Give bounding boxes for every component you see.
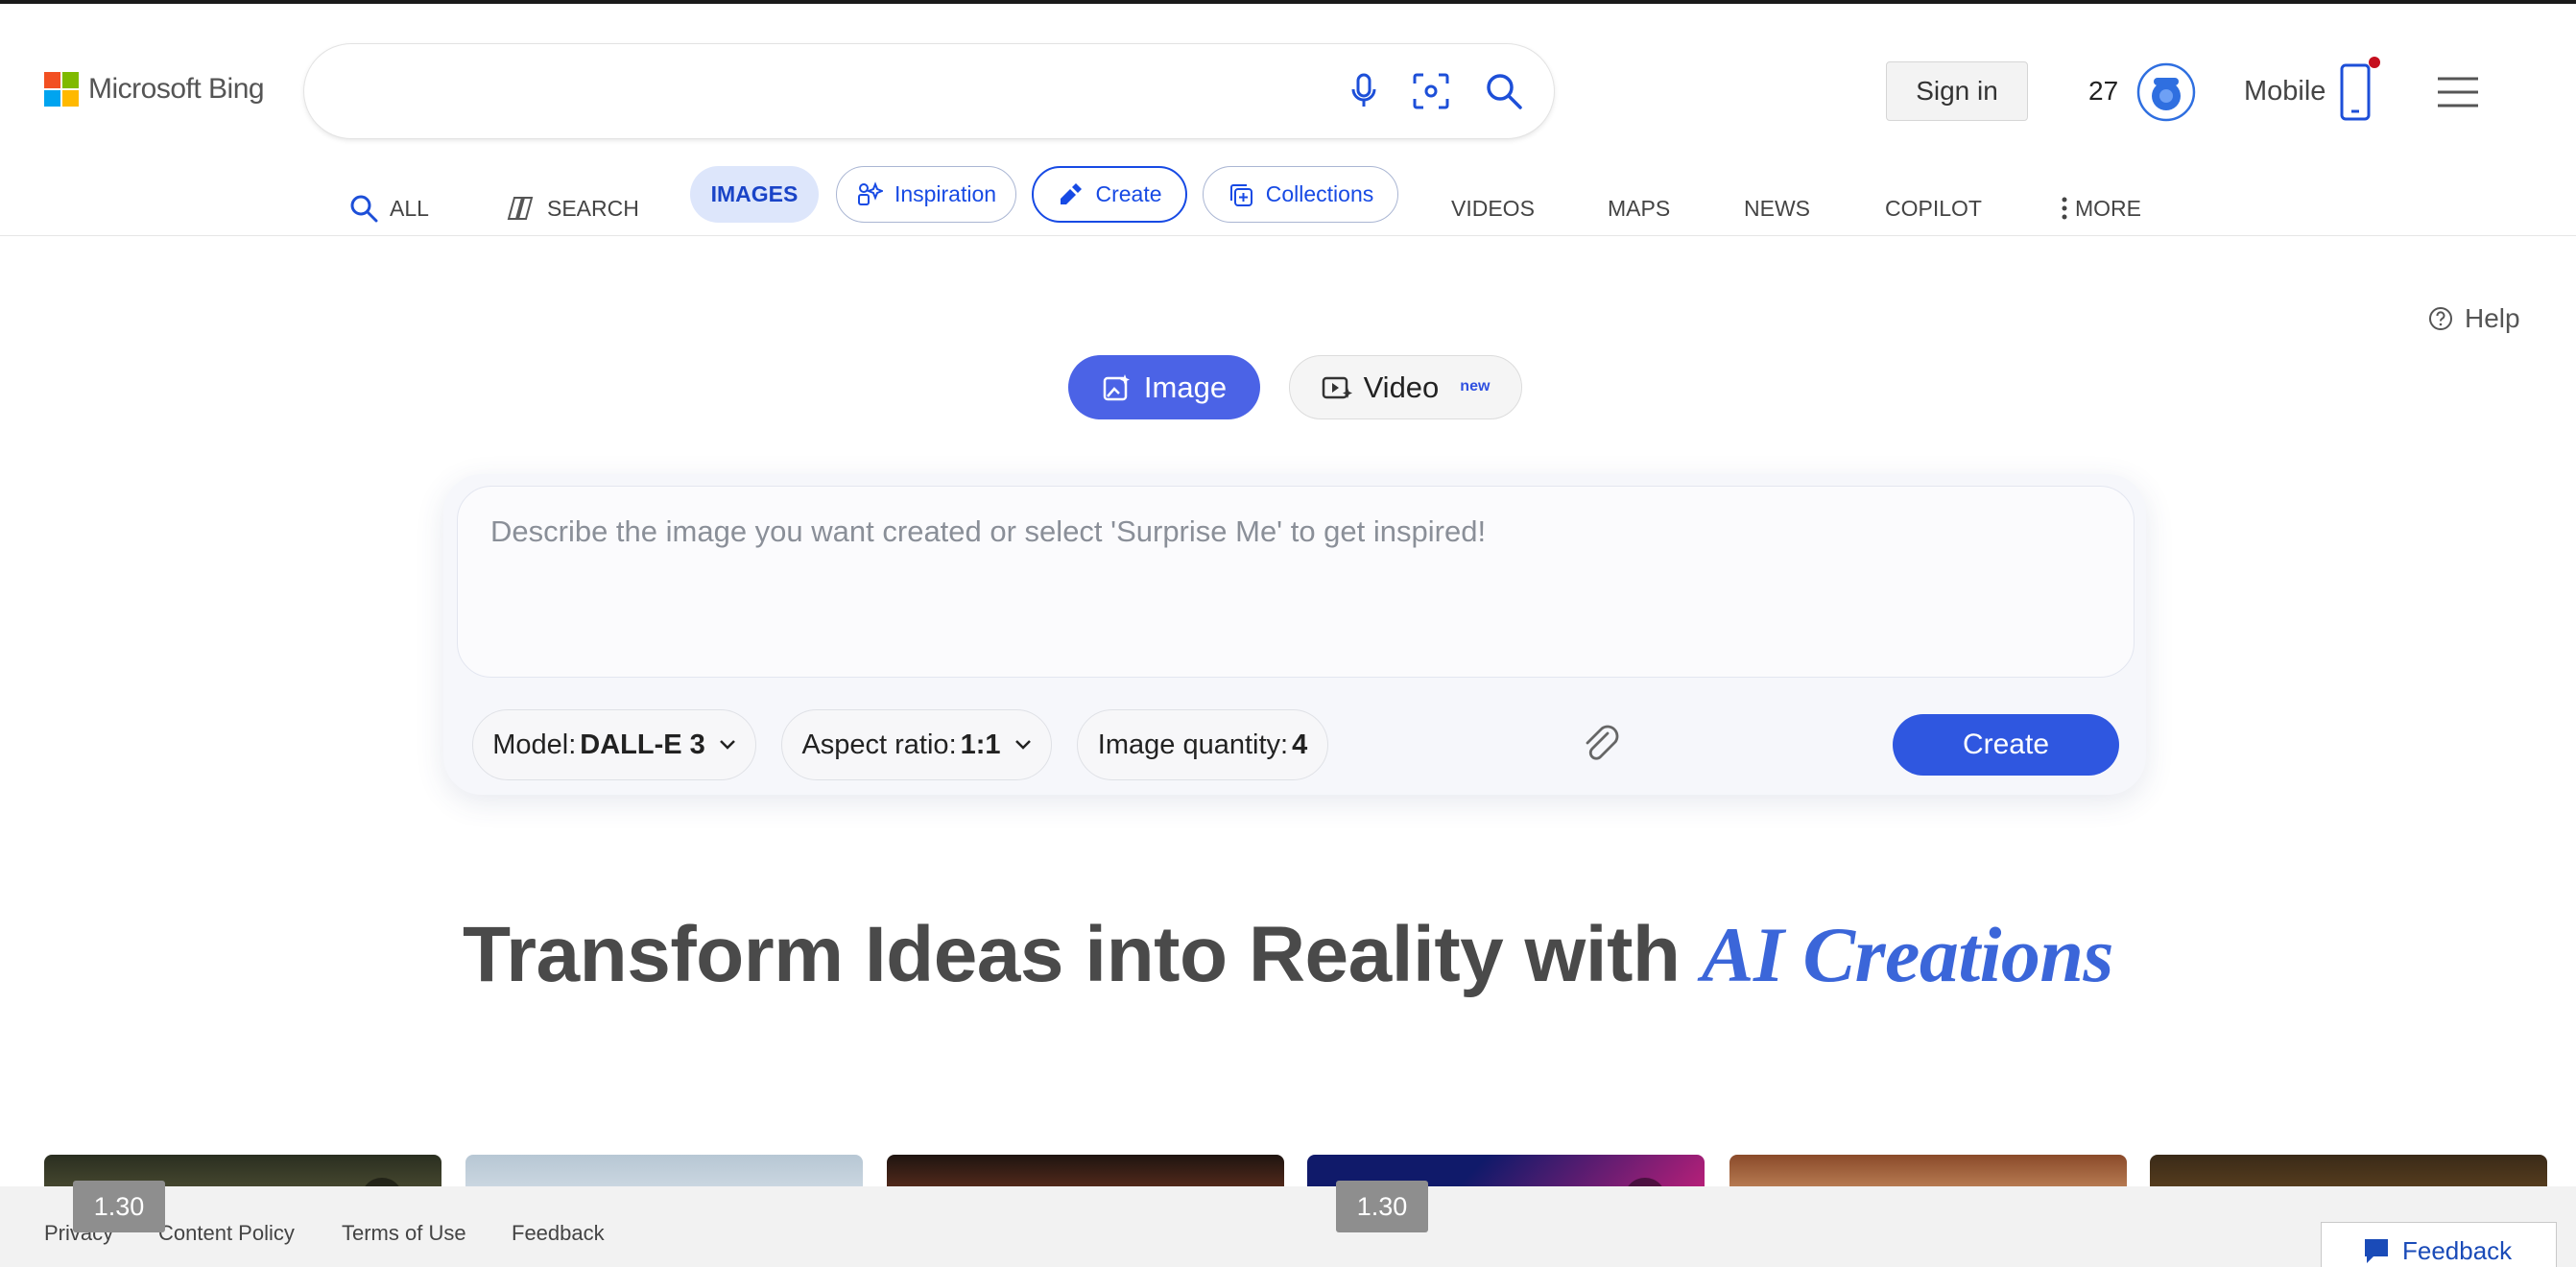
headline-accent: AI Creations [1701, 911, 2114, 998]
footer-link-terms[interactable]: Terms of Use [342, 1221, 466, 1246]
tab-search-label: SEARCH [547, 195, 639, 221]
microsoft-logo-icon [44, 72, 79, 107]
image-mode-button[interactable]: Image [1068, 355, 1260, 419]
attach-paperclip-icon[interactable] [1579, 722, 1625, 768]
tab-more-label: MORE [2075, 195, 2141, 221]
reward-points-count[interactable]: 27 [2088, 76, 2118, 107]
search-box[interactable] [304, 44, 1554, 138]
logo-text: Microsoft Bing [88, 73, 265, 105]
rewards-medal-icon[interactable] [2136, 62, 2196, 122]
tab-collections-label: Collections [1265, 181, 1374, 206]
model-label: Model: [492, 729, 577, 760]
feedback-button[interactable]: Feedback [2321, 1222, 2557, 1267]
hero-headline: Transform Ideas into Reality with AI Cre… [0, 910, 2576, 1000]
create-brush-icon [1061, 182, 1083, 204]
aspect-ratio-value: 1:1 [960, 729, 1001, 760]
help-link[interactable]: Help [2428, 303, 2520, 334]
copilot-icon [507, 197, 534, 220]
tab-copilot-label: COPILOT [1885, 195, 1982, 221]
tab-copilot[interactable]: COPILOT [1885, 192, 1982, 225]
chevron-down-icon [719, 740, 735, 750]
tab-all[interactable]: ALL [349, 192, 429, 225]
image-mode-label: Image [1143, 370, 1228, 404]
aspect-ratio-label: Aspect ratio: [801, 729, 957, 760]
tab-more[interactable]: MORE [2062, 192, 2141, 225]
footer-link-content-policy[interactable]: Content Policy [158, 1221, 295, 1246]
more-dots-icon [2062, 197, 2067, 220]
prompt-placeholder: Describe the image you want created or s… [490, 514, 1487, 548]
inspiration-icon [857, 180, 883, 205]
image-quantity-selector[interactable]: Image quantity: 4 [1077, 709, 1328, 780]
search-icon [350, 195, 378, 223]
mobile-phone-icon[interactable] [2338, 56, 2380, 123]
tab-search[interactable]: SEARCH [503, 192, 639, 225]
version-badge: 1.30 [73, 1181, 165, 1232]
tab-collections[interactable]: Collections [1203, 166, 1398, 223]
tab-news-label: NEWS [1744, 195, 1810, 221]
search-icon[interactable] [1483, 70, 1525, 112]
video-mode-button[interactable]: Video new [1289, 355, 1522, 419]
video-mode-label: Video [1363, 370, 1440, 404]
search-input[interactable] [343, 67, 1302, 115]
tab-all-label: ALL [390, 195, 429, 221]
feedback-chat-icon [2365, 1239, 2388, 1263]
aspect-ratio-selector[interactable]: Aspect ratio: 1:1 [781, 709, 1052, 780]
video-sparkle-icon [1322, 376, 1352, 398]
chevron-down-icon [1014, 740, 1031, 750]
tab-maps-label: MAPS [1608, 195, 1671, 221]
version-badge: 1.30 [1336, 1181, 1428, 1232]
headline-main: Transform Ideas into Reality with [463, 911, 1702, 998]
image-quantity-label: Image quantity: [1097, 729, 1289, 760]
feedback-button-label: Feedback [2402, 1235, 2513, 1265]
tab-inspiration-label: Inspiration [894, 181, 997, 206]
tab-inspiration[interactable]: Inspiration [836, 166, 1016, 223]
tab-create[interactable]: Create [1032, 166, 1187, 223]
sign-in-button[interactable]: Sign in [1886, 61, 2028, 121]
tab-videos[interactable]: VIDEOS [1451, 192, 1535, 225]
tab-news[interactable]: NEWS [1744, 192, 1810, 225]
header-divider [0, 235, 2576, 236]
window-top-border [0, 0, 2576, 4]
visual-search-icon[interactable] [1410, 70, 1452, 112]
image-sparkle-icon [1103, 373, 1130, 400]
tab-videos-label: VIDEOS [1451, 195, 1535, 221]
hamburger-menu-icon[interactable] [2438, 75, 2478, 109]
tab-images-label: IMAGES [710, 181, 799, 206]
tab-images[interactable]: IMAGES [690, 166, 819, 223]
tab-create-label: Create [1095, 181, 1162, 206]
mobile-label[interactable]: Mobile [2244, 76, 2326, 108]
image-quantity-value: 4 [1292, 729, 1308, 760]
new-badge: new [1460, 377, 1491, 394]
help-label: Help [2465, 303, 2520, 333]
help-icon [2429, 307, 2452, 330]
model-selector[interactable]: Model: DALL-E 3 [472, 709, 756, 780]
tab-maps[interactable]: MAPS [1608, 192, 1670, 225]
footer-link-feedback[interactable]: Feedback [512, 1221, 605, 1246]
create-button[interactable]: Create [1893, 714, 2119, 776]
collections-icon [1229, 183, 1252, 206]
model-value: DALL-E 3 [580, 729, 705, 760]
microphone-icon[interactable] [1343, 70, 1385, 112]
bing-logo[interactable]: Microsoft Bing [44, 72, 265, 107]
